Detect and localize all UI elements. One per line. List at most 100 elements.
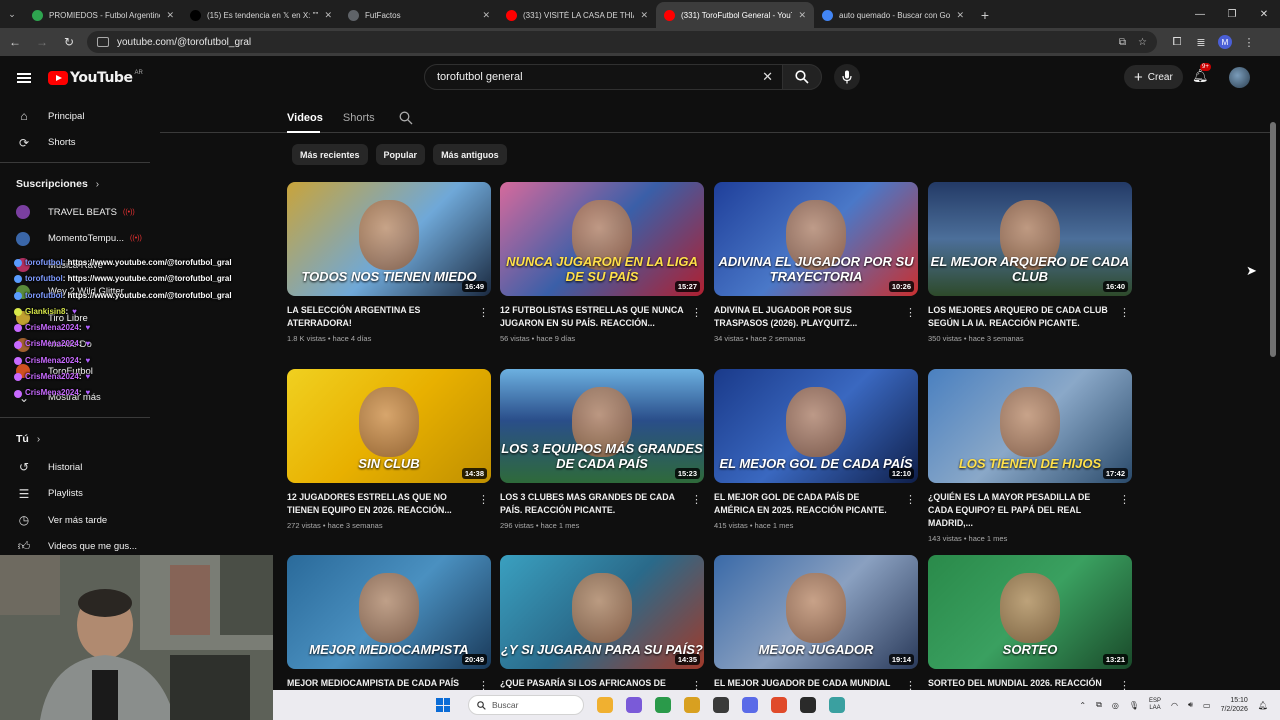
browser-tab[interactable]: (15) Es tendencia en 𝕏 en X: "" ✕: [182, 2, 340, 28]
url-field[interactable]: youtube.com/@torofutbol_gral ⧉ ☆: [87, 31, 1157, 53]
video-card[interactable]: TODOS NOS TIENEN MIEDO 16:49 LA SELECCIÓN …: [287, 182, 491, 343]
video-thumbnail[interactable]: MEJOR MEDIOCAMPISTA 20:49: [287, 555, 491, 669]
taskbar-app-icon[interactable]: [829, 697, 845, 713]
more-actions-icon[interactable]: ⋮: [905, 306, 916, 319]
install-app-icon[interactable]: ⧉: [1119, 37, 1126, 48]
video-thumbnail[interactable]: SORTEO 13:21: [928, 555, 1132, 669]
video-title[interactable]: LOS 3 CLUBES MAS GRANDES DE CADA PAÍS. R…: [500, 491, 686, 517]
tray-chevron-icon[interactable]: ⌃: [1079, 701, 1086, 710]
tray-mic-icon[interactable]: 🎙︎: [1129, 701, 1139, 710]
video-card[interactable]: LOS 3 EQUIPOS MÁS GRANDES DE CADA PAÍS 15…: [500, 369, 704, 530]
notifications-button[interactable]: 🔔︎ 9+: [1192, 63, 1211, 84]
tab-close-icon[interactable]: ✕: [324, 10, 332, 21]
clock[interactable]: 15:10 7/2/2026: [1221, 696, 1248, 714]
sidebar-item-subscription[interactable]: TRAVEL BEATS ((•)): [0, 199, 160, 226]
video-title[interactable]: LA SELECCIÓN ARGENTINA ES ATERRADORA!: [287, 304, 473, 330]
channel-search-icon[interactable]: [399, 111, 413, 125]
search-button[interactable]: [782, 64, 822, 90]
video-card[interactable]: MEJOR JUGADOR 19:14 EL MEJOR JUGADOR DE CA…: [714, 555, 918, 694]
more-actions-icon[interactable]: ⋮: [691, 493, 702, 506]
video-card[interactable]: MEJOR MEDIOCAMPISTA 20:49 MEJOR MEDIOCAMPI…: [287, 555, 491, 694]
taskbar-app-icon[interactable]: [771, 697, 787, 713]
tab-shorts[interactable]: Shorts: [343, 112, 375, 124]
browser-menu-icon[interactable]: ⋮: [1237, 36, 1261, 49]
video-title[interactable]: ¿QUE PASARÍA SI LOS AFRICANOS DE: [500, 677, 686, 690]
taskbar-app-icon[interactable]: [684, 697, 700, 713]
more-actions-icon[interactable]: ⋮: [478, 306, 489, 319]
video-card[interactable]: EL MEJOR GOL DE CADA PAÍS 12:10 EL MEJOR G…: [714, 369, 918, 530]
video-thumbnail[interactable]: EL MEJOR GOL DE CADA PAÍS 12:10: [714, 369, 918, 483]
video-thumbnail[interactable]: ADIVINA EL JUGADOR POR SU TRAYECTORIA 10:…: [714, 182, 918, 296]
video-card[interactable]: ADIVINA EL JUGADOR POR SU TRAYECTORIA 10:…: [714, 182, 918, 343]
video-title[interactable]: 12 FUTBOLISTAS ESTRELLAS QUE NUNCA JUGAR…: [500, 304, 686, 330]
browser-tab[interactable]: FutFactos ✕: [340, 2, 498, 28]
battery-icon[interactable]: ▭: [1203, 701, 1211, 710]
more-actions-icon[interactable]: ⋮: [691, 306, 702, 319]
sidebar-item-playlists[interactable]: ☰ Playlists: [0, 481, 160, 508]
video-title[interactable]: ¿QUIÉN ES LA MAYOR PESADILLA DE CADA EQU…: [928, 491, 1114, 530]
sidebar-item-subscription[interactable]: MomentoTempu... ((•)): [0, 226, 160, 253]
account-avatar[interactable]: [1229, 67, 1250, 88]
video-thumbnail[interactable]: LOS 3 EQUIPOS MÁS GRANDES DE CADA PAÍS 15…: [500, 369, 704, 483]
video-thumbnail[interactable]: NUNCA JUGARON EN LA LIGA DE SU PAÍS 15:27: [500, 182, 704, 296]
back-icon[interactable]: ←: [3, 30, 27, 54]
new-tab-button[interactable]: +: [972, 2, 998, 28]
sidebar-item-history[interactable]: ↺ Historial: [0, 454, 160, 481]
video-title[interactable]: ADIVINA EL JUGADOR POR SUS TRASPASOS (20…: [714, 304, 900, 330]
browser-tab[interactable]: (331) ToroFutbol General - YouT ✕: [656, 2, 814, 28]
browser-tab[interactable]: auto quemado - Buscar con Goo ✕: [814, 2, 972, 28]
tab-close-icon[interactable]: ✕: [798, 10, 806, 21]
taskbar-app-icon[interactable]: [626, 697, 642, 713]
more-actions-icon[interactable]: ⋮: [478, 493, 489, 506]
media-controls-icon[interactable]: ≣: [1189, 36, 1213, 49]
chip-popular[interactable]: Popular: [375, 144, 426, 165]
wifi-icon[interactable]: ◠: [1171, 701, 1178, 710]
taskbar-app-icon[interactable]: [713, 697, 729, 713]
taskbar-app-icon[interactable]: [742, 697, 758, 713]
tab-close-icon[interactable]: ✕: [640, 10, 648, 21]
more-actions-icon[interactable]: ⋮: [905, 493, 916, 506]
taskbar-app-icon[interactable]: [800, 697, 816, 713]
youtube-logo[interactable]: YouTube AR: [48, 70, 143, 86]
taskbar-app-icon[interactable]: [655, 697, 671, 713]
video-card[interactable]: LOS TIENEN DE HIJOS 17:42 ¿QUIÉN ES LA MAY…: [928, 369, 1132, 543]
video-title[interactable]: MEJOR MEDIOCAMPISTA DE CADA PAÍS: [287, 677, 473, 690]
reload-icon[interactable]: ↻: [57, 30, 81, 54]
tab-close-icon[interactable]: ✕: [956, 10, 964, 21]
video-title[interactable]: EL MEJOR JUGADOR DE CADA MUNDIAL: [714, 677, 900, 690]
sidebar-item-shorts[interactable]: ⟳ Shorts: [0, 130, 160, 157]
you-header[interactable]: Tú ›: [0, 424, 160, 454]
browser-tab[interactable]: (331) VISITÉ LA CASA DE THIAGO ✕: [498, 2, 656, 28]
search-input[interactable]: torofutbol general ✕: [424, 64, 786, 90]
windows-start-icon[interactable]: [436, 698, 450, 712]
bookmark-star-icon[interactable]: ☆: [1138, 37, 1147, 48]
tab-search-chevron-icon[interactable]: ⌄: [0, 0, 24, 28]
minimize-icon[interactable]: —: [1184, 0, 1216, 28]
volume-icon[interactable]: 🔊︎: [1188, 700, 1193, 710]
chip-oldest[interactable]: Más antiguos: [433, 144, 507, 165]
chip-recent[interactable]: Más recientes: [292, 144, 368, 165]
taskbar-app-icon[interactable]: [597, 697, 613, 713]
video-thumbnail[interactable]: TODOS NOS TIENEN MIEDO 16:49: [287, 182, 491, 296]
video-thumbnail[interactable]: ¿Y SI JUGARAN PARA SU PAÍS? 14:35: [500, 555, 704, 669]
forward-icon[interactable]: →: [30, 30, 54, 54]
clear-search-icon[interactable]: ✕: [762, 69, 773, 85]
video-thumbnail[interactable]: LOS TIENEN DE HIJOS 17:42: [928, 369, 1132, 483]
tab-videos[interactable]: Videos: [287, 112, 323, 124]
tab-close-icon[interactable]: ✕: [166, 10, 174, 21]
more-actions-icon[interactable]: ⋮: [1119, 306, 1130, 319]
notification-center-icon[interactable]: 🔔︎: [1258, 701, 1268, 710]
video-title[interactable]: EL MEJOR GOL DE CADA PAÍS DE AMÉRICA EN …: [714, 491, 900, 517]
video-card[interactable]: NUNCA JUGARON EN LA LIGA DE SU PAÍS 15:27…: [500, 182, 704, 343]
menu-icon[interactable]: [0, 73, 48, 83]
browser-tab[interactable]: PROMIEDOS - Futbol Argentino ✕: [24, 2, 182, 28]
maximize-icon[interactable]: ❐: [1216, 0, 1248, 28]
create-button[interactable]: + Crear: [1124, 65, 1183, 89]
video-thumbnail[interactable]: SIN CLUB 14:38: [287, 369, 491, 483]
video-thumbnail[interactable]: EL MEJOR ARQUERO DE CADA CLUB 16:40: [928, 182, 1132, 296]
sidebar-item-watch-later[interactable]: ◷ Ver más tarde: [0, 507, 160, 534]
profile-avatar[interactable]: M: [1218, 35, 1232, 49]
voice-search-button[interactable]: [834, 64, 860, 90]
video-card[interactable]: SIN CLUB 14:38 12 JUGADORES ESTRELLAS QUE …: [287, 369, 491, 530]
site-info-icon[interactable]: [97, 37, 109, 47]
